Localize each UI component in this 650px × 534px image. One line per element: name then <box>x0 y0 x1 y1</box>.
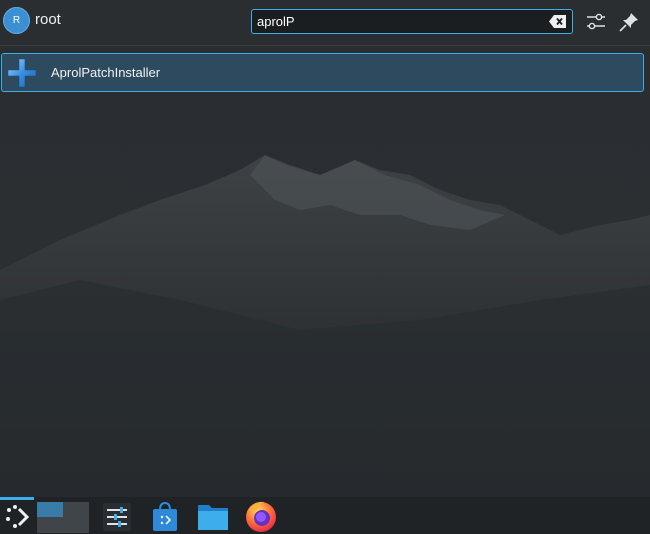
clear-search-icon[interactable] <box>549 15 566 28</box>
pin-icon[interactable] <box>618 11 640 33</box>
pager-widget[interactable] <box>37 497 89 534</box>
result-label: AprolPatchInstaller <box>51 65 161 80</box>
pager-desktop-2[interactable] <box>63 502 89 533</box>
firefox-icon[interactable] <box>244 497 278 534</box>
user-name: root <box>35 11 61 28</box>
pager-desktop-1[interactable] <box>37 502 63 517</box>
search-box[interactable] <box>251 9 573 34</box>
app-launcher-icon[interactable] <box>0 497 34 534</box>
blue-plus-icon <box>7 58 37 88</box>
pager-desktop-3[interactable] <box>37 517 63 533</box>
configure-icon[interactable] <box>585 11 607 33</box>
search-input[interactable] <box>257 12 537 31</box>
header-divider <box>0 45 650 46</box>
taskbar <box>0 497 650 534</box>
system-settings-icon[interactable] <box>101 497 133 534</box>
file-manager-icon[interactable] <box>196 497 230 534</box>
user-avatar[interactable]: R <box>3 7 30 34</box>
discover-store-icon[interactable] <box>150 497 180 534</box>
launcher-header: R root <box>0 0 650 46</box>
search-result-item[interactable]: AprolPatchInstaller <box>1 53 644 92</box>
